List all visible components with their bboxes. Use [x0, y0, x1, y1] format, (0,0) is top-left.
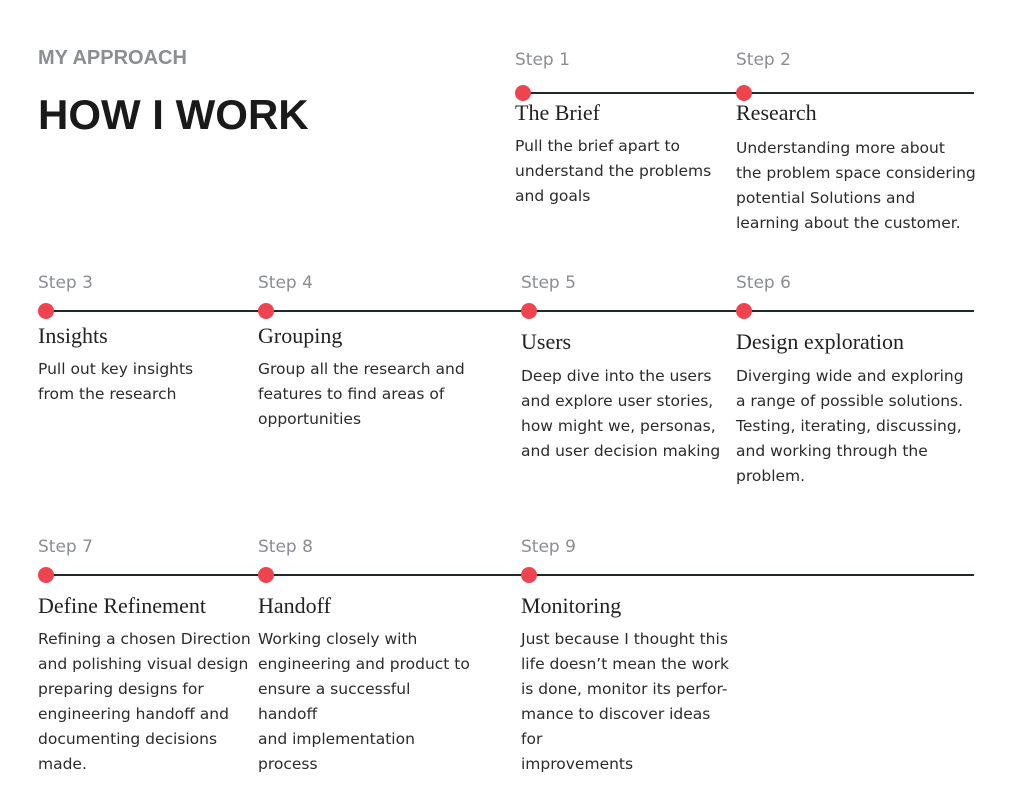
timeline-line-row-3: [45, 574, 974, 576]
page-title: HOW I WORK: [38, 91, 309, 138]
step-description: Deep dive into the users and explore use…: [521, 367, 721, 460]
step-title: The Brief: [515, 100, 600, 125]
step-title: Grouping: [258, 323, 343, 348]
step-description: Pull the brief apart to understand the p…: [515, 137, 712, 205]
timeline-dot-icon: [258, 303, 274, 319]
timeline-dot-icon: [736, 85, 752, 101]
step-description: Refining a chosen Direction and polishin…: [38, 630, 251, 773]
step-label: Step 1: [515, 50, 570, 70]
timeline-dot-icon: [258, 567, 274, 583]
step-label: Step 5: [521, 273, 576, 293]
step-label: Step 8: [258, 537, 313, 557]
step-title: Insights: [38, 323, 108, 348]
timeline-dot-icon: [38, 303, 54, 319]
step-label: Step 2: [736, 50, 791, 70]
step-description: Group all the research and features to f…: [258, 360, 465, 428]
step-title: Define Refinement: [38, 593, 206, 618]
step-title: Users: [521, 329, 572, 354]
timeline-dot-icon: [736, 303, 752, 319]
step-description: Pull out key insights from the research: [38, 360, 194, 403]
step-title: Monitoring: [521, 593, 622, 618]
step-label: Step 7: [38, 537, 93, 557]
step-label: Step 3: [38, 273, 93, 293]
timeline-dot-icon: [521, 567, 537, 583]
step-description: Diverging wide and exploring a range of …: [736, 367, 964, 485]
timeline-dot-icon: [515, 85, 531, 101]
step-label: Step 9: [521, 537, 576, 557]
step-label: Step 6: [736, 273, 791, 293]
step-title: Design exploration: [736, 329, 905, 354]
step-title: Research: [736, 100, 817, 125]
timeline-line-row-2: [45, 310, 974, 312]
step-description: Working closely with engineering and pro…: [258, 630, 470, 773]
timeline-dot-icon: [38, 567, 54, 583]
step-description: Just because I thought this life doesn’t…: [521, 630, 729, 773]
section-eyebrow: MY APPROACH: [38, 47, 187, 69]
step-description: Understanding more about the problem spa…: [736, 139, 976, 232]
step-label: Step 4: [258, 273, 313, 293]
step-title: Handoff: [258, 593, 331, 618]
timeline-dot-icon: [521, 303, 537, 319]
